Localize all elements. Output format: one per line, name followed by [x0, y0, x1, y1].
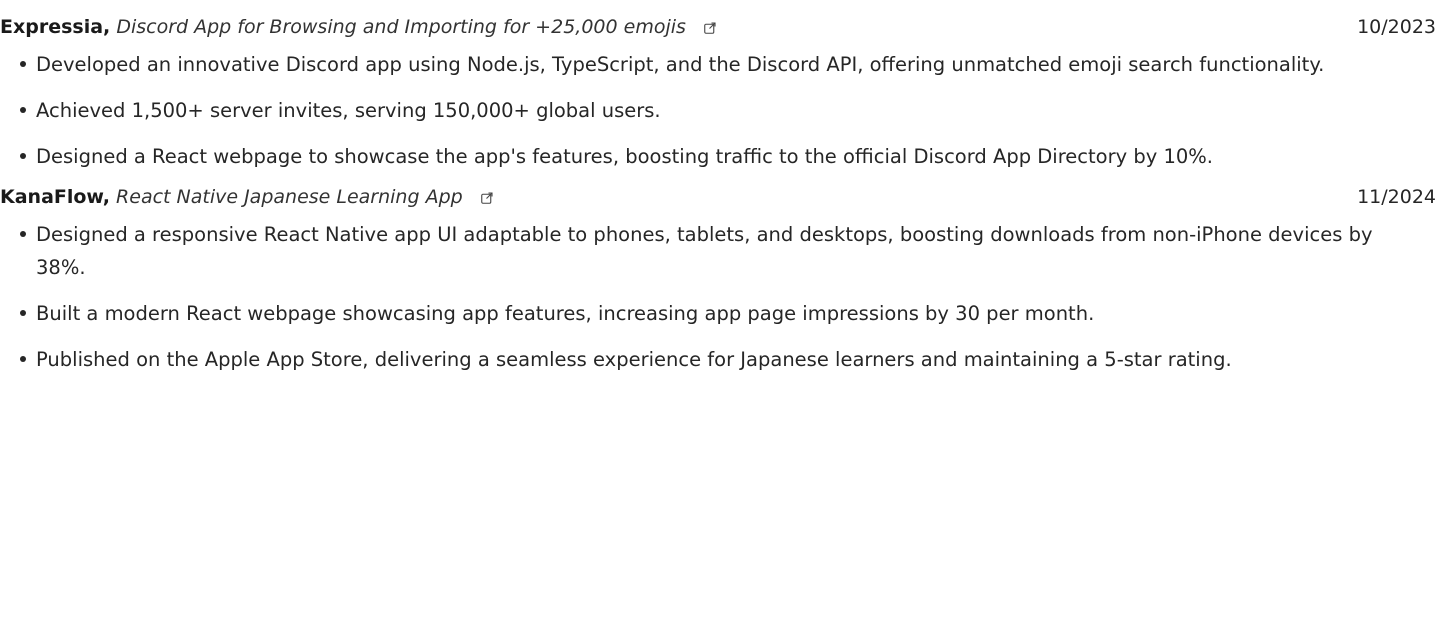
project-header: Expressia, Discord App for Browsing and …: [0, 12, 1438, 42]
bullet-text: Designed a React webpage to showcase the…: [36, 145, 1213, 168]
project-header: KanaFlow, React Native Japanese Learning…: [0, 182, 1438, 212]
project-title: KanaFlow, React Native Japanese Learning…: [0, 182, 493, 212]
project-name: Expressia,: [0, 16, 111, 38]
external-link-icon[interactable]: [704, 22, 716, 34]
bullet-text: Built a modern React webpage showcasing …: [36, 302, 1095, 325]
project-date: 11/2024: [1357, 186, 1436, 208]
project-description: React Native Japanese Learning App: [116, 186, 463, 208]
list-item: Built a modern React webpage showcasing …: [8, 297, 1388, 330]
bullet-text: Achieved 1,500+ server invites, serving …: [36, 99, 661, 122]
bullet-icon: [20, 231, 26, 237]
bullet-icon: [20, 310, 26, 316]
list-item: Designed a React webpage to showcase the…: [8, 140, 1388, 173]
bullet-list: Developed an innovative Discord app usin…: [0, 48, 1438, 173]
project-name: KanaFlow,: [0, 186, 110, 208]
project-expressia: Expressia, Discord App for Browsing and …: [0, 12, 1438, 173]
projects-section: Expressia, Discord App for Browsing and …: [0, 0, 1438, 635]
project-date: 10/2023: [1357, 16, 1436, 38]
external-link-icon[interactable]: [480, 192, 493, 204]
list-item: Designed a responsive React Native app U…: [8, 218, 1388, 284]
list-item: Published on the Apple App Store, delive…: [8, 343, 1388, 376]
bullet-list: Designed a responsive React Native app U…: [0, 218, 1438, 376]
bullet-icon: [20, 107, 26, 113]
project-description: Discord App for Browsing and Importing f…: [116, 16, 686, 38]
list-item: Achieved 1,500+ server invites, serving …: [8, 94, 1388, 127]
bullet-text: Published on the Apple App Store, delive…: [36, 348, 1232, 371]
project-kanaflow: KanaFlow, React Native Japanese Learning…: [0, 182, 1438, 376]
bullet-icon: [20, 356, 26, 362]
bullet-text: Designed a responsive React Native app U…: [36, 223, 1373, 279]
bullet-icon: [20, 153, 26, 159]
bullet-text: Developed an innovative Discord app usin…: [36, 53, 1325, 76]
project-title: Expressia, Discord App for Browsing and …: [0, 12, 716, 42]
list-item: Developed an innovative Discord app usin…: [8, 48, 1388, 81]
bullet-icon: [20, 61, 26, 67]
